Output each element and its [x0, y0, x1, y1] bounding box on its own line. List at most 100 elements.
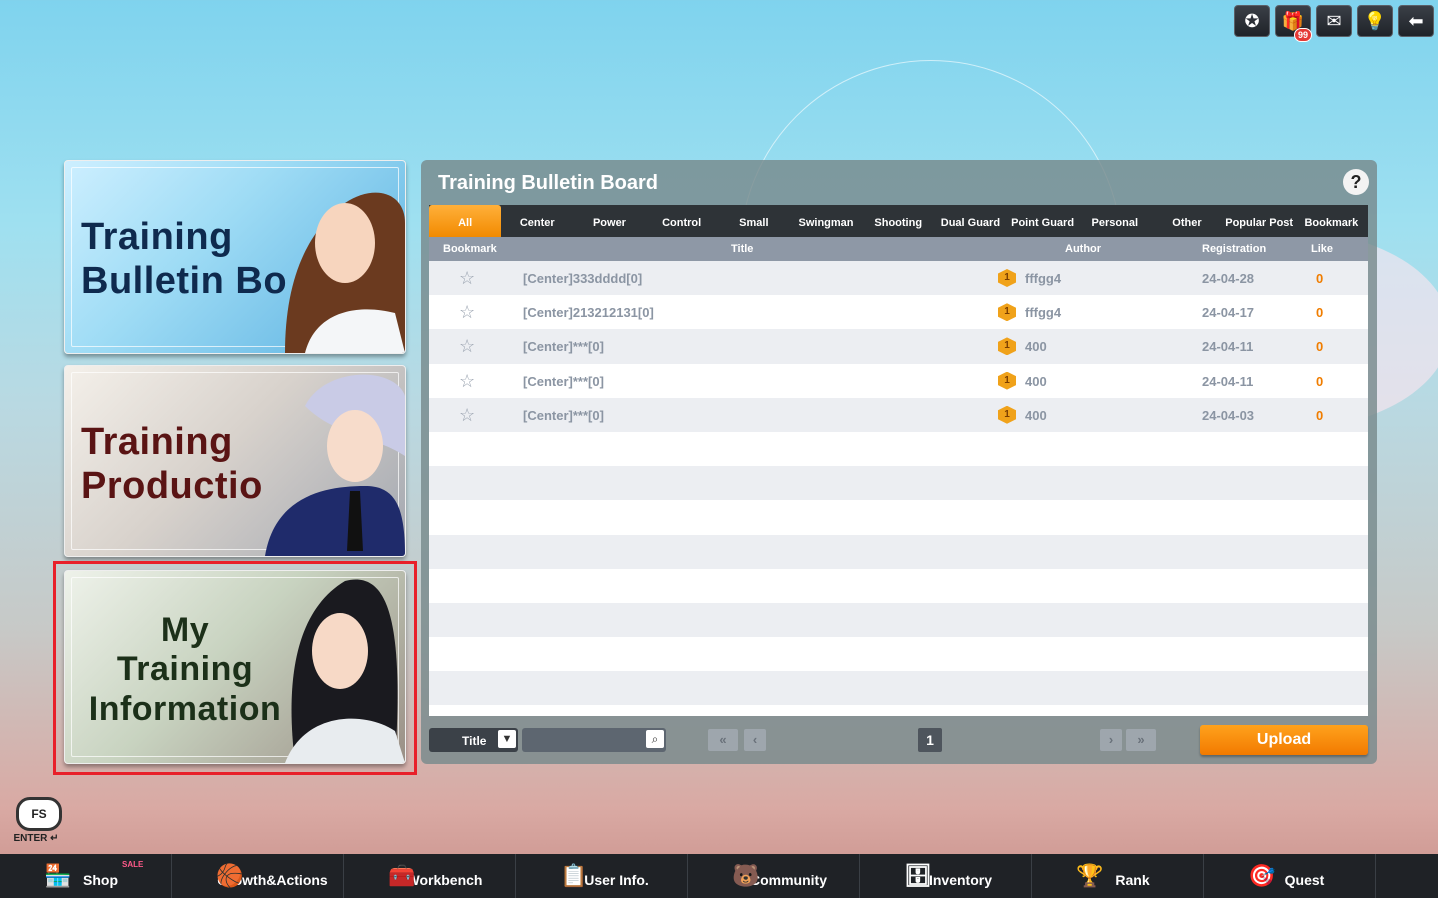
chat-enter-button[interactable]: FS ENTER ↵ [12, 797, 62, 844]
tab-control[interactable]: Control [646, 205, 718, 237]
post-author: fffgg4 [1025, 271, 1062, 286]
tab-center[interactable]: Center [501, 205, 573, 237]
post-likes: 0 [1316, 305, 1324, 321]
empty-row [429, 431, 1368, 467]
trophy-icon: 🏆 [1076, 863, 1104, 888]
table-row[interactable]: ☆ [Center]***[0] 1 400 24-04-11 0 [429, 363, 1368, 398]
tab-dual-guard[interactable]: Dual Guard [934, 205, 1006, 237]
current-page[interactable]: 1 [918, 728, 942, 752]
empty-row [429, 602, 1368, 638]
back-icon[interactable]: ⬅ [1398, 5, 1434, 37]
nav-quest[interactable]: 🎯 Quest [1204, 854, 1376, 898]
selection-highlight [53, 561, 417, 775]
column-registration: Registration [1202, 243, 1267, 255]
table-row[interactable]: ☆ [Center]***[0] 1 400 24-04-11 0 [429, 329, 1368, 364]
post-title[interactable]: [Center]***[0] [523, 408, 604, 423]
bottom-navigation: 🏪 SALE Shop 🏀 Growth&Actions 🧰 Workbench… [0, 854, 1438, 898]
tab-swingman[interactable]: Swingman [790, 205, 862, 237]
column-bookmark: Bookmark [443, 243, 497, 255]
tip-icon[interactable]: 💡 [1357, 5, 1393, 37]
chat-enter-label: ENTER ↵ [13, 833, 59, 844]
gift-icon[interactable]: 🎁 99 [1275, 5, 1312, 42]
help-icon[interactable]: ? [1343, 169, 1369, 195]
post-title[interactable]: [Center]***[0] [523, 339, 604, 354]
tab-shooting[interactable]: Shooting [862, 205, 934, 237]
nav-shop[interactable]: 🏪 SALE Shop [0, 854, 172, 898]
tab-personal[interactable]: Personal [1079, 205, 1151, 237]
bookmark-star-icon[interactable]: ☆ [459, 336, 475, 357]
tab-popular-post[interactable]: Popular Post [1223, 205, 1295, 237]
upload-button[interactable]: Upload [1200, 725, 1368, 755]
search-input[interactable]: ⌕ [522, 728, 666, 752]
training-bulletin-board-card[interactable]: Training Bulletin Bo [64, 160, 406, 354]
nav-label: Quest [1284, 872, 1325, 888]
table-row[interactable]: ☆ [Center]213212131[0] 1 fffgg4 24-04-17… [429, 295, 1368, 330]
post-date: 24-04-11 [1202, 339, 1254, 355]
post-author: 400 [1025, 407, 1047, 423]
bookmark-star-icon[interactable]: ☆ [459, 405, 475, 426]
nav-inventory[interactable]: 🗄 Inventory [860, 854, 1032, 898]
tab-all[interactable]: All [429, 205, 502, 237]
tab-other[interactable]: Other [1151, 205, 1223, 237]
tab-small[interactable]: Small [718, 205, 790, 237]
post-title[interactable]: [Center]***[0] [523, 374, 604, 389]
empty-row [429, 705, 1368, 716]
training-production-card[interactable]: Training Productio [64, 365, 406, 557]
level-badge-icon: 1 [998, 269, 1016, 287]
inventory-icon: 🗄 [904, 863, 932, 888]
post-likes: 0 [1316, 407, 1324, 423]
nav-label: Inventory [928, 872, 992, 888]
basketball-icon: 🏀 [216, 863, 244, 888]
table-row[interactable]: ☆ [Center]333dddd[0] 1 fffgg4 24-04-28 0 [429, 261, 1368, 296]
user-info-icon: 📋 [560, 863, 588, 888]
nav-community[interactable]: 🐻 Community [688, 854, 860, 898]
column-like: Like [1311, 243, 1334, 255]
post-date: 24-04-03 [1202, 407, 1255, 423]
post-author: 400 [1025, 339, 1047, 355]
next-page-icon[interactable]: › [1100, 729, 1122, 751]
bookmark-star-icon[interactable]: ☆ [459, 302, 475, 323]
mail-icon[interactable]: ✉ [1316, 5, 1352, 37]
nav-label: Community [750, 872, 827, 888]
chat-logo-icon: FS [16, 797, 62, 831]
search-filter-value: Title [462, 734, 487, 748]
post-author: 400 [1025, 373, 1047, 389]
tab-bookmark[interactable]: Bookmark [1295, 205, 1367, 237]
top-toolbar: ✪ 🎁 99 ✉ 💡 ⬅ [1234, 5, 1434, 42]
post-table: ☆ [Center]333dddd[0] 1 fffgg4 24-04-28 0… [429, 261, 1368, 716]
nav-user-info[interactable]: 📋 User Info. [516, 854, 688, 898]
tab-power[interactable]: Power [573, 205, 645, 237]
table-header: Bookmark Title Author Registration Like [429, 237, 1368, 261]
empty-row [429, 534, 1368, 569]
chevron-down-icon[interactable]: ▼ [498, 730, 516, 748]
quest-icon: 🎯 [1248, 863, 1276, 888]
tab-point-guard[interactable]: Point Guard [1007, 205, 1079, 237]
post-title[interactable]: [Center]213212131[0] [523, 305, 654, 320]
table-row[interactable]: ☆ [Center]***[0] 1 400 24-04-03 0 [429, 397, 1368, 432]
prev-page-icon[interactable]: ‹ [744, 729, 766, 751]
search-icon[interactable]: ⌕ [646, 730, 664, 748]
post-date: 24-04-28 [1202, 271, 1255, 286]
column-title: Title [731, 243, 754, 255]
nav-rank[interactable]: 🏆 Rank [1032, 854, 1204, 898]
empty-row [429, 637, 1368, 672]
community-icon: 🐻 [732, 863, 760, 888]
level-badge-icon: 1 [998, 405, 1016, 424]
column-author: Author [1065, 243, 1102, 255]
nav-label: Rank [1115, 872, 1150, 888]
empty-row [429, 671, 1368, 706]
empty-row [429, 500, 1368, 535]
board-footer: Title ▼ ⌕ « ‹ 1 › » Upload [429, 725, 1368, 755]
bookmark-star-icon[interactable]: ☆ [459, 268, 475, 289]
search-filter-select[interactable]: Title ▼ [429, 728, 518, 752]
nav-workbench[interactable]: 🧰 Workbench [344, 854, 516, 898]
last-page-icon[interactable]: » [1126, 729, 1156, 751]
achievement-icon[interactable]: ✪ [1234, 5, 1270, 37]
post-title[interactable]: [Center]333dddd[0] [523, 271, 642, 286]
nav-label: Shop [83, 872, 118, 888]
card-title: Training Productio [81, 421, 263, 508]
post-date: 24-04-11 [1202, 373, 1254, 389]
bookmark-star-icon[interactable]: ☆ [459, 371, 475, 392]
first-page-icon[interactable]: « [708, 729, 738, 751]
nav-growth-actions[interactable]: 🏀 Growth&Actions [172, 854, 344, 898]
